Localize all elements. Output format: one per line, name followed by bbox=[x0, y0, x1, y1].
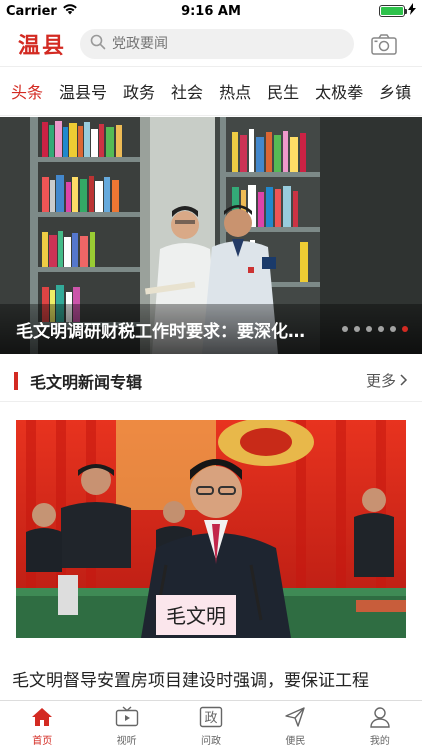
tabbar-item-politics[interactable]: 政 问政 bbox=[169, 701, 253, 750]
section-header: 毛文明新闻专辑 更多 bbox=[0, 360, 422, 402]
more-link[interactable]: 更多 bbox=[366, 370, 408, 391]
battery-fill bbox=[381, 7, 403, 15]
banner-title[interactable]: 毛文明调研财税工作时要求：要深化财税… bbox=[16, 317, 316, 342]
tab-wenxianhao[interactable]: 温县号 bbox=[59, 79, 107, 103]
charging-icon bbox=[408, 3, 416, 19]
search-bar[interactable] bbox=[80, 29, 354, 59]
tab-taijiquan[interactable]: 太极拳 bbox=[315, 79, 363, 103]
send-icon bbox=[282, 705, 308, 729]
carousel-dot[interactable] bbox=[354, 326, 360, 332]
carousel-dot[interactable] bbox=[378, 326, 384, 332]
carousel-dot[interactable] bbox=[390, 326, 396, 332]
tabbar-item-video[interactable]: 视听 bbox=[84, 701, 168, 750]
tabbar-label-home: 首页 bbox=[32, 735, 53, 747]
tabbar-item-profile[interactable]: 我的 bbox=[338, 701, 422, 750]
article-title[interactable]: 毛文明督导安置房项目建设时强调，要保证工程 bbox=[12, 668, 412, 694]
tabbar-label-profile: 我的 bbox=[369, 735, 390, 747]
status-bar: Carrier 9:16 AM bbox=[0, 0, 422, 22]
chevron-right-icon bbox=[400, 372, 408, 390]
status-right bbox=[379, 3, 416, 19]
tab-redian[interactable]: 热点 bbox=[219, 79, 251, 103]
battery-icon bbox=[379, 5, 407, 17]
tv-icon bbox=[114, 705, 140, 729]
carousel-dot[interactable] bbox=[366, 326, 372, 332]
search-input[interactable] bbox=[112, 36, 332, 52]
tabbar-item-home[interactable]: 首页 bbox=[0, 701, 84, 750]
carousel-dot[interactable] bbox=[402, 326, 408, 332]
tab-minsheng[interactable]: 民生 bbox=[267, 79, 299, 103]
politics-icon: 政 bbox=[198, 705, 224, 729]
tabbar-label-video: 视听 bbox=[116, 735, 137, 747]
section-accent-bar bbox=[14, 371, 18, 390]
category-tabs: 头条 温县号 政务 社会 热点 民生 太极拳 乡镇 bbox=[0, 66, 422, 116]
banner-caption: 毛文明调研财税工作时要求：要深化财税… bbox=[0, 304, 422, 354]
nameplate-text: 毛文明 bbox=[166, 604, 226, 628]
banner-carousel[interactable]: 毛文明调研财税工作时要求：要深化财税… bbox=[0, 117, 422, 354]
tabbar-item-service[interactable]: 便民 bbox=[253, 701, 337, 750]
bottom-tabbar: 首页 视听 政 问政 便民 我的 bbox=[0, 700, 422, 750]
carrier-label: Carrier bbox=[6, 3, 57, 19]
more-label: 更多 bbox=[365, 372, 396, 390]
wifi-icon bbox=[62, 3, 78, 19]
carousel-dots bbox=[342, 326, 408, 332]
tab-zhengwu[interactable]: 政务 bbox=[123, 79, 155, 103]
app-header: 温县 bbox=[0, 22, 422, 66]
section-title: 毛文明新闻专辑 bbox=[30, 372, 143, 392]
tab-xiangzhen[interactable]: 乡镇 bbox=[379, 79, 411, 103]
app-logo[interactable]: 温县 bbox=[18, 28, 80, 60]
article-photo: 毛文明 bbox=[16, 420, 406, 638]
camera-icon[interactable] bbox=[370, 30, 398, 58]
tabbar-label-politics: 问政 bbox=[201, 735, 222, 747]
carousel-dot[interactable] bbox=[342, 326, 348, 332]
search-icon bbox=[90, 34, 106, 54]
tab-shehui[interactable]: 社会 bbox=[171, 79, 203, 103]
article-image[interactable]: 毛文明 bbox=[16, 420, 406, 638]
tab-toutiao[interactable]: 头条 bbox=[11, 79, 43, 103]
tabbar-label-service: 便民 bbox=[285, 735, 306, 747]
home-icon bbox=[29, 705, 55, 729]
svg-text:政: 政 bbox=[205, 711, 218, 726]
status-left: Carrier bbox=[6, 3, 78, 19]
user-icon bbox=[367, 705, 393, 729]
